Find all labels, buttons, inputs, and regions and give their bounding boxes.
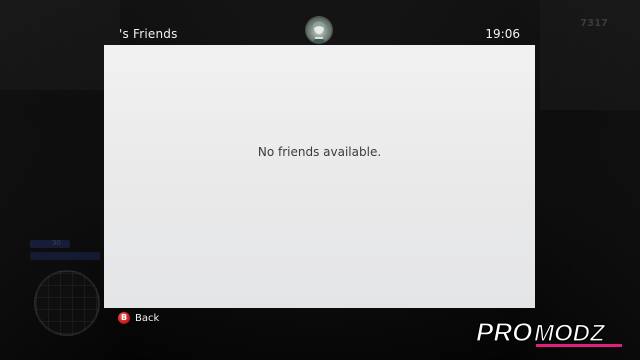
watermark-modz-text: MODZ [534,320,606,347]
b-button-icon: B [118,312,130,324]
watermark-pro-text: PRO [476,317,532,347]
friends-list-panel: No friends available. [104,45,535,308]
hud-stat-text: 7317 [580,18,608,29]
empty-state-message: No friends available. [257,145,382,159]
background-building-right [540,0,640,110]
xbox-guide-screen: 7317 30 's Friends 19:06 No friends avai… [0,0,640,360]
hud-minimap [34,270,100,336]
page-title: 's Friends [119,27,178,41]
gamerpic-avatar-icon [306,17,332,43]
clock-time: 19:06 [485,27,520,41]
hud-health-bar [30,240,70,248]
hud-small-number: 30 [52,239,61,247]
hud-armor-bar [30,252,100,260]
promodz-watermark: PRO MODZ [475,316,628,350]
back-button[interactable]: B Back [118,312,159,324]
background-building-left [0,0,120,90]
back-button-label: Back [135,312,160,324]
watermark-underline [536,344,622,347]
